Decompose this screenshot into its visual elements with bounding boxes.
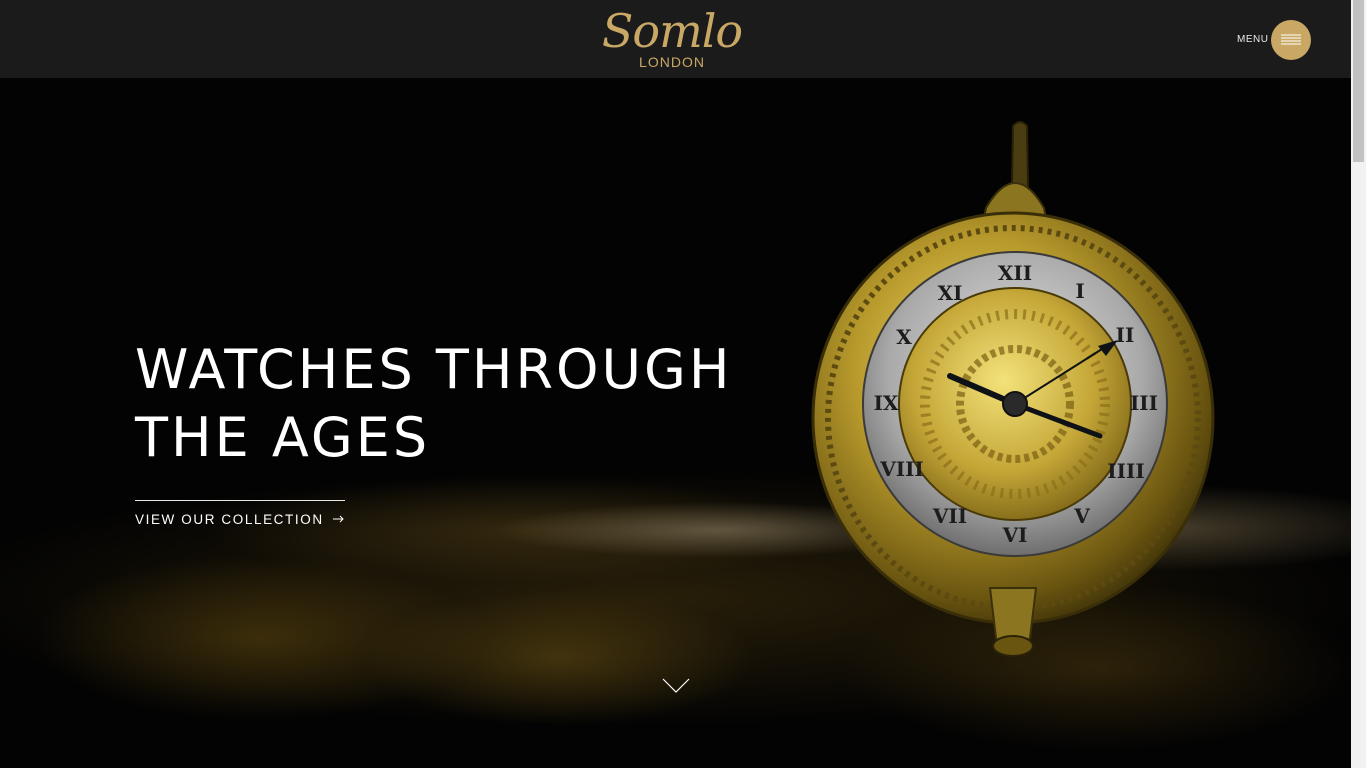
logo[interactable]: Somlo LONDON [600,4,744,70]
svg-text:XI: XI [938,281,963,305]
svg-text:IIII: IIII [1107,459,1144,483]
page-scrollbar[interactable] [1351,0,1366,768]
svg-text:VI: VI [1002,523,1028,547]
scrollbar-thumb[interactable] [1353,0,1364,162]
svg-text:III: III [1130,391,1158,415]
view-collection-link[interactable]: VIEW OUR COLLECTION [135,500,345,527]
svg-text:I: I [1075,279,1084,303]
logo-wordmark: Somlo [601,4,743,58]
svg-text:IX: IX [874,391,899,415]
svg-text:V: V [1073,504,1090,528]
hero-title-line-1: WATCHES THROUGH [135,338,733,401]
site-header: Somlo LONDON MENU [0,0,1351,78]
svg-text:X: X [896,325,912,349]
menu-button[interactable] [1271,20,1311,60]
pocket-watch-image: XII I II III IIII V VI VII VIII IX X XI [811,121,1215,657]
arrow-right-icon [333,515,344,523]
hero-title-line-2: THE AGES [135,406,431,469]
hamburger-icon [1281,34,1301,45]
svg-text:XII: XII [998,261,1032,285]
hero-section: WATCHES THROUGH THE AGES VIEW OUR COLLEC… [0,78,1351,768]
menu-label[interactable]: MENU [1237,34,1268,45]
hero-title: WATCHES THROUGH THE AGES [135,336,755,472]
chevron-down-icon[interactable] [662,678,690,694]
svg-text:VIII: VIII [879,457,924,481]
svg-text:II: II [1116,323,1135,347]
view-collection-label: VIEW OUR COLLECTION [135,512,324,527]
svg-text:VII: VII [932,504,967,528]
